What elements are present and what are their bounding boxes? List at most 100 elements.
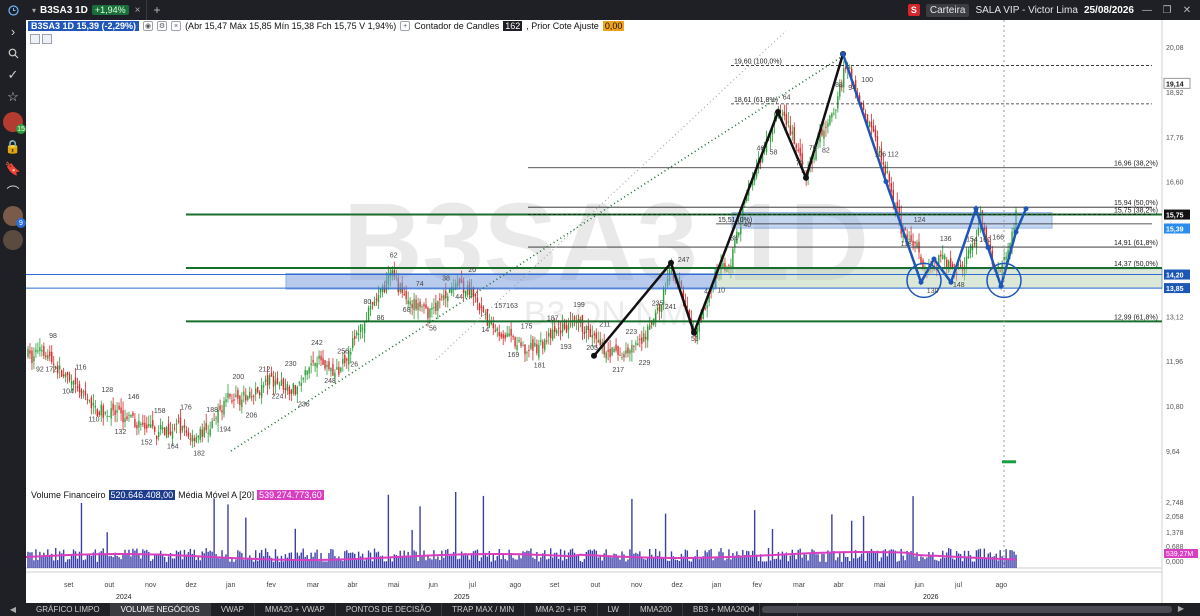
fib-label: 18,61 (61,8%) <box>734 97 778 104</box>
bottom-tab-gr-fico-limpo[interactable]: GRÁFICO LIMPO <box>26 603 111 616</box>
blue-wave-node[interactable] <box>918 279 924 285</box>
visibility-icon[interactable]: ◉ <box>143 21 154 31</box>
settings-icon[interactable]: ⚙ <box>157 21 168 31</box>
checkmark-icon[interactable]: ✓ <box>0 64 26 86</box>
volume-bar <box>136 548 138 568</box>
blue-wave-node[interactable] <box>883 179 889 185</box>
bottom-prev-icon[interactable]: ◀ <box>0 605 26 614</box>
volume-bar <box>229 561 231 568</box>
candle-body <box>645 336 647 340</box>
volume-bar <box>801 557 803 568</box>
candle-body <box>583 331 586 335</box>
candle-body <box>173 428 176 430</box>
pivot-label: 154 <box>966 236 978 243</box>
close-window-button[interactable]: ✕ <box>1180 5 1194 16</box>
volume-bar <box>852 558 855 568</box>
volume-bar <box>825 561 827 568</box>
bottom-tab-mma-20-ifr[interactable]: MMA 20 + IFR <box>525 603 598 616</box>
wave-node[interactable] <box>591 352 597 359</box>
candle-body <box>27 348 29 357</box>
blue-wave-node[interactable] <box>998 283 1004 289</box>
volume-bar <box>773 559 776 568</box>
candle-body <box>294 385 296 395</box>
candle-body <box>555 329 558 334</box>
wave-node[interactable] <box>691 329 697 336</box>
volume-bar <box>704 550 706 568</box>
scroll-left-icon[interactable]: ◀ <box>748 604 754 613</box>
star-icon[interactable]: ☆ <box>0 86 26 108</box>
blue-wave-node[interactable] <box>1013 229 1019 235</box>
pivot-label: 205 <box>586 345 598 352</box>
bottom-tab-volume-neg-cios[interactable]: VOLUME NEGÓCIOS <box>110 603 211 616</box>
symbol-price-tag[interactable]: B3SA3 1D 15,39 (-2,29%) <box>28 21 140 31</box>
restore-button[interactable]: ❐ <box>1160 5 1174 16</box>
volume-bar <box>492 553 494 568</box>
horizontal-scrollbar[interactable] <box>762 606 1172 613</box>
pivot-label: 104 <box>62 388 74 395</box>
candle-body <box>423 304 425 307</box>
volume-bar <box>552 557 554 568</box>
bottom-tab-vwap[interactable]: VWAP <box>211 603 255 616</box>
candle-body <box>872 126 875 132</box>
chevron-right-icon[interactable]: › <box>0 20 26 42</box>
avatar-2[interactable]: 9 <box>3 206 26 228</box>
clock-icon[interactable] <box>0 0 26 20</box>
scroll-right-icon[interactable]: ▶ <box>1178 604 1184 613</box>
volume-axis-tick: 0,000 <box>1166 559 1184 566</box>
avatar-3[interactable] <box>3 230 23 250</box>
blue-wave-node[interactable] <box>840 51 846 57</box>
candle-body <box>338 366 340 375</box>
volume-bar <box>664 513 667 568</box>
pivot-label: 92 <box>36 366 44 373</box>
volume-bar <box>152 559 154 568</box>
volume-bar <box>433 550 435 568</box>
bottom-tab-mma200[interactable]: MMA200 <box>630 603 683 616</box>
bottom-tab-lw[interactable]: LW <box>598 603 630 616</box>
pivot-label: 169 <box>508 352 520 359</box>
candle-body <box>849 67 851 69</box>
search-icon[interactable] <box>0 42 26 64</box>
blue-wave-node[interactable] <box>931 256 937 262</box>
add-indicator-icon[interactable]: + <box>400 21 411 31</box>
candle-body <box>51 352 53 363</box>
user-avatar[interactable]: 15 <box>3 112 26 134</box>
volume-bar <box>494 560 496 568</box>
blue-wave-node[interactable] <box>1023 206 1029 212</box>
curve-icon[interactable]: ⌒ <box>0 180 26 202</box>
minimize-button[interactable]: — <box>1140 5 1154 16</box>
candle-body <box>506 333 508 337</box>
close-indicator-icon[interactable]: × <box>171 21 182 31</box>
grid-icon[interactable] <box>42 34 52 44</box>
tab-close-icon[interactable]: × <box>135 5 141 16</box>
volume-bar <box>284 554 287 568</box>
wave-node[interactable] <box>668 259 674 266</box>
blue-wave-node[interactable] <box>985 244 991 250</box>
volume-bar <box>470 553 473 568</box>
volume-bar <box>571 548 574 568</box>
blue-wave-node[interactable] <box>973 206 979 212</box>
volume-bar <box>987 553 989 568</box>
wave-node[interactable] <box>803 174 809 181</box>
volume-bar <box>908 553 910 568</box>
layout-icon[interactable] <box>30 34 40 44</box>
tab-change-badge: +1,94% <box>91 5 129 15</box>
chart-tab[interactable]: ▾ B3SA3 1D +1,94% × <box>26 0 148 20</box>
volume-bar <box>142 549 144 568</box>
bottom-tab-mma20-vwap[interactable]: MMA20 + VWAP <box>255 603 336 616</box>
bottom-tab-pontos-de-decis-o[interactable]: PONTOS DE DECISÃO <box>336 603 443 616</box>
fib-label: 19,60 (100,0%) <box>734 59 782 66</box>
volume-bar <box>217 557 219 568</box>
price-chart[interactable]: 20,0818,9217,7616,6015,4414,2813,1211,96… <box>26 20 1200 603</box>
wave-node[interactable] <box>775 109 781 116</box>
user-label[interactable]: SALA VIP - Victor Lima <box>975 5 1077 16</box>
bookmark-icon[interactable]: 🔖 <box>0 158 26 180</box>
tab-dropdown-icon[interactable]: ▾ <box>32 6 36 15</box>
volume-bar <box>532 557 534 568</box>
bottom-tab-trap-max-min[interactable]: TRAP MAX / MIN <box>442 603 526 616</box>
lock-icon[interactable]: 🔒 <box>0 136 26 158</box>
volume-bar <box>835 560 837 568</box>
add-tab-button[interactable]: + <box>147 3 166 17</box>
carteira-button[interactable]: Carteira <box>925 3 970 17</box>
candle-body <box>255 388 257 395</box>
candle-body <box>621 356 623 358</box>
